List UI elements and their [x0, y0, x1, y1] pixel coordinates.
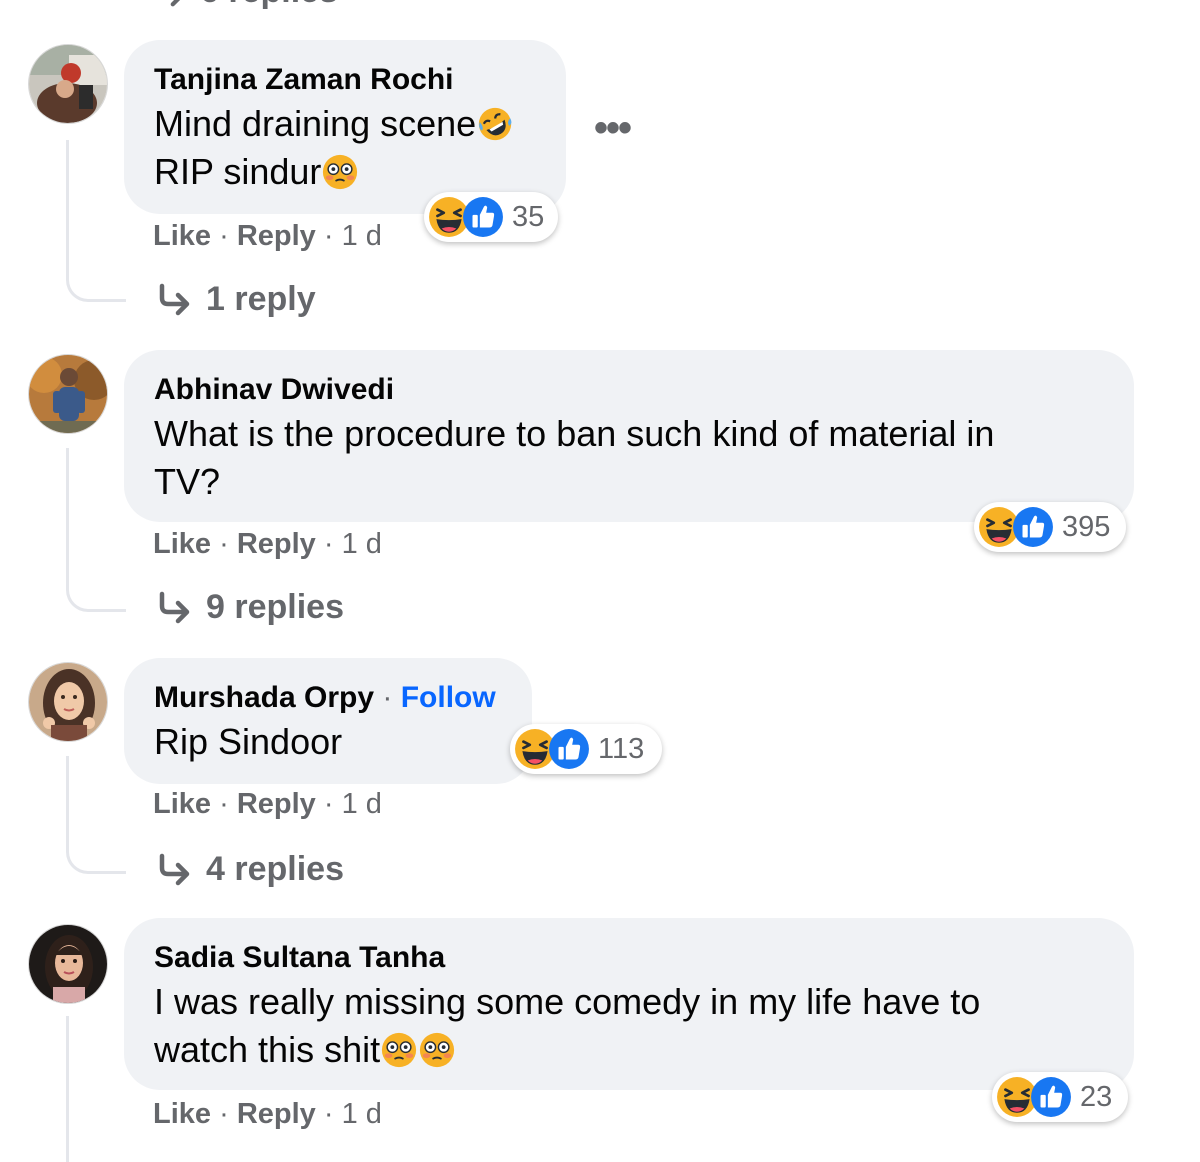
- thread-line: [66, 448, 69, 590]
- thread-connector: [66, 846, 126, 874]
- replies-label: 1 reply: [206, 280, 316, 318]
- comment-line: TV?: [154, 461, 221, 502]
- reaction-summary[interactable]: 113: [510, 724, 662, 774]
- avatar-image: [29, 355, 107, 433]
- like-button[interactable]: Like: [153, 1098, 211, 1130]
- comment-line: Rip Sindoor: [154, 721, 343, 762]
- thread-line: [66, 140, 69, 280]
- replies-label: 9 replies: [206, 588, 344, 626]
- view-replies-link[interactable]: 4 replies: [156, 850, 344, 889]
- comment-time[interactable]: 1 d: [342, 1098, 382, 1130]
- comment-actions: Like · Reply · 1 d: [153, 220, 382, 252]
- reaction-count: 23: [1080, 1080, 1113, 1113]
- reply-button[interactable]: Reply: [237, 788, 316, 820]
- avatar[interactable]: [28, 662, 108, 742]
- reaction-count: 395: [1062, 510, 1111, 543]
- reply-button[interactable]: Reply: [237, 528, 316, 560]
- comment-bubble: Sadia Sultana Tanha I was really missing…: [124, 918, 1134, 1090]
- reply-arrow-icon: [152, 0, 186, 9]
- flushed-emoji: [321, 153, 359, 191]
- avatar-image: [29, 925, 107, 1003]
- comment-bubble: Murshada Orpy · Follow Rip Sindoor: [124, 658, 532, 784]
- comment-author[interactable]: Sadia Sultana Tanha: [154, 940, 1104, 976]
- like-reaction-icon: [462, 196, 504, 238]
- avatar-image: [29, 45, 107, 123]
- comment-line: What is the procedure to ban such kind o…: [154, 413, 995, 454]
- reaction-summary[interactable]: 23: [992, 1072, 1128, 1122]
- view-replies-link[interactable]: 1 reply: [156, 280, 316, 319]
- comment-time[interactable]: 1 d: [342, 788, 382, 820]
- like-reaction-icon: [1012, 506, 1054, 548]
- comment-text: What is the procedure to ban such kind o…: [154, 410, 1104, 506]
- comment-bubble: Abhinav Dwivedi What is the procedure to…: [124, 350, 1134, 522]
- comment-text: Rip Sindoor: [154, 718, 502, 766]
- replies-link-partial[interactable]: 6 replies: [152, 0, 338, 11]
- avatar-image: [29, 663, 107, 741]
- rolling-laughing-emoji: [476, 105, 514, 143]
- like-button[interactable]: Like: [153, 220, 211, 252]
- comment-actions: Like · Reply · 1 d: [153, 528, 382, 560]
- more-options-button[interactable]: •••: [594, 106, 632, 151]
- thread-connector: [66, 584, 126, 612]
- comment-bubble: Tanjina Zaman Rochi Mind draining scene …: [124, 40, 566, 214]
- reply-arrow-icon: [156, 852, 192, 888]
- reply-arrow-icon: [156, 590, 192, 626]
- flushed-emoji: [418, 1031, 456, 1069]
- thread-line: [66, 1016, 69, 1162]
- comment-text: Mind draining scene RIP sindur: [154, 100, 536, 196]
- comment-author[interactable]: Abhinav Dwivedi: [154, 372, 1104, 408]
- reaction-count: 35: [512, 200, 545, 233]
- avatar[interactable]: [28, 44, 108, 124]
- thread-connector: [66, 274, 126, 302]
- reaction-summary[interactable]: 395: [974, 502, 1126, 552]
- comment-line: Mind draining scene: [154, 103, 477, 144]
- comment-author[interactable]: Tanjina Zaman Rochi: [154, 62, 536, 98]
- reaction-summary[interactable]: 35: [424, 192, 558, 242]
- avatar[interactable]: [28, 924, 108, 1004]
- comment-author-name[interactable]: Murshada Orpy: [154, 681, 374, 714]
- view-replies-link[interactable]: 9 replies: [156, 588, 344, 627]
- follow-button[interactable]: Follow: [401, 681, 496, 714]
- replies-label: 4 replies: [206, 850, 344, 888]
- like-reaction-icon: [1030, 1076, 1072, 1118]
- reply-arrow-icon: [156, 282, 192, 318]
- flushed-emoji: [380, 1031, 418, 1069]
- comment-line: I was really missing some comedy in my l…: [154, 981, 981, 1022]
- avatar[interactable]: [28, 354, 108, 434]
- comment-author: Murshada Orpy · Follow: [154, 681, 496, 714]
- comment-line: RIP sindur: [154, 151, 322, 192]
- comment-time[interactable]: 1 d: [342, 220, 382, 252]
- thread-line: [66, 756, 69, 852]
- comment-line: watch this shit: [154, 1029, 381, 1070]
- comment-text: I was really missing some comedy in my l…: [154, 978, 1104, 1074]
- comment-actions: Like · Reply · 1 d: [153, 1098, 382, 1130]
- like-button[interactable]: Like: [153, 788, 211, 820]
- like-button[interactable]: Like: [153, 528, 211, 560]
- reply-button[interactable]: Reply: [237, 220, 316, 252]
- comment-time[interactable]: 1 d: [342, 528, 382, 560]
- reply-button[interactable]: Reply: [237, 1098, 316, 1130]
- replies-label: 6 replies: [200, 0, 338, 11]
- comment-actions: Like · Reply · 1 d: [153, 788, 382, 820]
- reaction-count: 113: [598, 732, 645, 765]
- like-reaction-icon: [548, 728, 590, 770]
